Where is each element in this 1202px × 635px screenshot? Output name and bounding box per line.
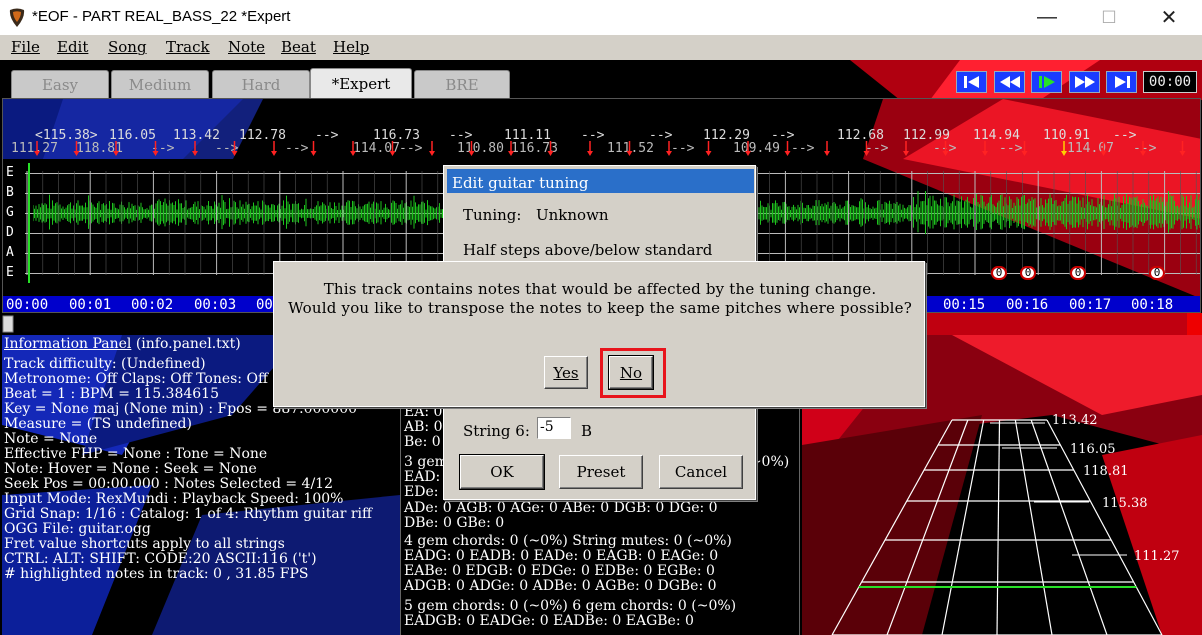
info-line: Note: Hover = None : Seek = None bbox=[4, 461, 257, 477]
menu-song[interactable]: Song bbox=[108, 38, 147, 56]
beat-markers bbox=[34, 141, 1186, 156]
chord-line: ADe: 0 AGB: 0 AGe: 0 ABe: 0 DGB: 0 DGe: … bbox=[404, 500, 718, 516]
time-label: 00:16 bbox=[1006, 297, 1049, 313]
info-line: Seek Pos = 00:00.000 : Notes Selected = … bbox=[4, 476, 333, 492]
menu-help[interactable]: Help bbox=[333, 38, 369, 56]
preset-button[interactable]: Preset bbox=[559, 455, 643, 489]
time-counter: 00:00 bbox=[1143, 71, 1197, 93]
yes-button[interactable]: Yes bbox=[544, 356, 588, 389]
rewind-button[interactable] bbox=[994, 71, 1025, 93]
play-button[interactable] bbox=[1031, 71, 1062, 93]
chord-line: Be: 0 bbox=[404, 434, 441, 450]
time-label: 00:01 bbox=[69, 297, 112, 313]
tuning-label: Tuning: bbox=[463, 206, 522, 224]
menu-bar: File Edit Song Track Note Beat Help bbox=[0, 35, 1202, 60]
info-heading-file: (info.panel.txt) bbox=[131, 336, 241, 352]
fast-forward-icon bbox=[1074, 76, 1095, 88]
confirm-message-line2: Would you like to transpose the notes to… bbox=[288, 299, 912, 317]
time-label: 00:15 bbox=[943, 297, 986, 313]
time-label: 00:17 bbox=[1069, 297, 1112, 313]
play-icon bbox=[1038, 76, 1055, 88]
app-guitar-pick-icon bbox=[9, 8, 25, 27]
ok-button[interactable]: OK bbox=[459, 454, 545, 490]
chord-line: EA: 0 bbox=[404, 404, 443, 420]
menu-track[interactable]: Track bbox=[166, 38, 210, 56]
info-line: CTRL: ALT: SHIFT: CODE:20 ASCII:116 ('t'… bbox=[4, 551, 317, 567]
info-line: Beat = 1 : BPM = 115.384615 bbox=[4, 386, 219, 402]
window-title: *EOF - PART REAL_BASS_22 *Expert bbox=[32, 8, 291, 25]
info-line: Grid Snap: 1/16 : Catalog: 1 of 4: Rhyth… bbox=[4, 506, 372, 522]
info-line: Metronome: Off Claps: Off Tones: Off bbox=[4, 371, 268, 387]
yes-button-label: Yes bbox=[553, 363, 579, 382]
time-label: 00:02 bbox=[131, 297, 174, 313]
half-steps-label: Half steps above/below standard bbox=[463, 241, 713, 259]
3d-bpm-label: 113.42 bbox=[1052, 413, 1098, 428]
tab-hard[interactable]: Hard bbox=[212, 70, 310, 98]
chord-line: EADG: 0 EADB: 0 EADe: 0 EAGB: 0 EAGe: 0 bbox=[404, 548, 719, 564]
fret-note[interactable]: 0 bbox=[991, 266, 1007, 280]
fast-forward-button[interactable] bbox=[1069, 71, 1100, 93]
chord-line: EADGB: 0 EADGe: 0 EADBe: 0 EAGBe: 0 bbox=[404, 613, 694, 629]
menu-note[interactable]: Note bbox=[228, 38, 265, 56]
3d-bpm-label: 115.38 bbox=[1102, 496, 1148, 511]
info-line: # highlighted notes in track: 0 , 31.85 … bbox=[4, 566, 309, 582]
chord-line: AB: 0 bbox=[404, 419, 443, 435]
info-line: OGG File: guitar.ogg bbox=[4, 521, 151, 537]
fret-note[interactable]: 0 bbox=[1020, 266, 1036, 280]
info-line: Fret value shortcuts apply to all string… bbox=[4, 536, 285, 552]
seek-start-icon bbox=[963, 76, 979, 88]
transpose-confirm-dialog: This track contains notes that would be … bbox=[273, 261, 925, 407]
tuning-value: Unknown bbox=[536, 206, 609, 224]
minimize-button[interactable]: — bbox=[1024, 0, 1070, 35]
maximize-button[interactable]: ☐ bbox=[1086, 0, 1132, 35]
tab-expert[interactable]: *Expert bbox=[310, 68, 412, 99]
rewind-icon bbox=[999, 76, 1020, 88]
tab-bre[interactable]: BRE bbox=[414, 70, 510, 98]
fret-note[interactable]: 0 bbox=[1149, 266, 1165, 280]
menu-file[interactable]: File bbox=[11, 38, 40, 56]
close-button[interactable]: ✕ bbox=[1146, 0, 1192, 35]
time-label: 00:18 bbox=[1131, 297, 1174, 313]
confirm-message-line1: This track contains notes that would be … bbox=[323, 280, 877, 298]
chord-line: ADGB: 0 ADGe: 0 ADBe: 0 AGBe: 0 DGBe: 0 bbox=[404, 578, 717, 594]
info-heading-title: Information Panel bbox=[4, 336, 132, 352]
chord-line: 4 gem chords: 0 (~0%) String mutes: 0 (~… bbox=[404, 533, 732, 549]
info-heading: Information Panel (info.panel.txt) bbox=[4, 337, 241, 352]
tab-easy[interactable]: Easy bbox=[11, 70, 109, 98]
3d-bpm-label: 111.27 bbox=[1134, 549, 1180, 564]
seek-end-button[interactable] bbox=[1106, 71, 1137, 93]
3d-bpm-label: 118.81 bbox=[1083, 464, 1129, 479]
fret-note[interactable]: 0 bbox=[1070, 266, 1086, 280]
cancel-button[interactable]: Cancel bbox=[659, 455, 743, 489]
menu-beat[interactable]: Beat bbox=[281, 38, 316, 56]
tuning-dialog-title: Edit guitar tuning bbox=[447, 169, 754, 193]
string6-label: String 6: bbox=[463, 422, 530, 440]
time-label: 00:00 bbox=[6, 297, 49, 313]
seek-start-button[interactable] bbox=[956, 71, 987, 93]
string6-input[interactable]: -5 bbox=[537, 417, 571, 439]
seek-end-icon bbox=[1114, 76, 1130, 88]
info-line: Effective FHP = None : Tone = None bbox=[4, 446, 268, 462]
title-bar: *EOF - PART REAL_BASS_22 *Expert — ☐ ✕ bbox=[0, 0, 1202, 35]
info-line: Track difficulty: (Undefined) bbox=[4, 356, 206, 372]
info-line: Note = None bbox=[4, 431, 98, 447]
time-label: 00:03 bbox=[194, 297, 237, 313]
info-line: Input Mode: RexMundi : Playback Speed: 1… bbox=[4, 491, 344, 507]
string6-note: B bbox=[581, 422, 593, 440]
chord-line: EABe: 0 EDGB: 0 EDGe: 0 EDBe: 0 EGBe: 0 bbox=[404, 563, 715, 579]
chord-line: 5 gem chords: 0 (~0%) 6 gem chords: 0 (~… bbox=[404, 598, 737, 614]
chord-line: DBe: 0 GBe: 0 bbox=[404, 515, 505, 531]
tab-medium[interactable]: Medium bbox=[111, 70, 209, 98]
3d-bpm-label: 116.05 bbox=[1070, 442, 1116, 457]
info-line: Measure = (TS undefined) bbox=[4, 416, 192, 432]
menu-edit[interactable]: Edit bbox=[57, 38, 88, 56]
no-button-label: No bbox=[619, 363, 643, 382]
no-button[interactable]: No bbox=[608, 355, 654, 390]
